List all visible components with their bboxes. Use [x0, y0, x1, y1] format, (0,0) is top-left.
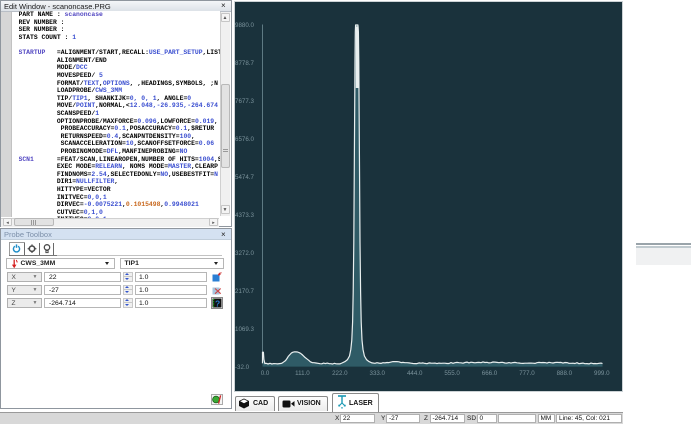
svg-text:555.0: 555.0 — [444, 370, 460, 377]
svg-text:1069.3: 1069.3 — [235, 326, 254, 333]
svg-text:333.0: 333.0 — [370, 370, 386, 377]
svg-text:9880.0: 9880.0 — [235, 22, 254, 29]
svg-text:6576.0: 6576.0 — [235, 136, 254, 143]
svg-text:-32.0: -32.0 — [235, 364, 250, 371]
svg-text:?: ? — [215, 298, 220, 308]
svg-text:111.0: 111.0 — [295, 370, 310, 377]
svg-text:8778.7: 8778.7 — [235, 60, 254, 67]
svg-text:222.0: 222.0 — [332, 370, 348, 377]
svg-text:5474.7: 5474.7 — [235, 174, 254, 181]
svg-text:666.0: 666.0 — [482, 370, 498, 377]
svg-text:777.0: 777.0 — [519, 370, 535, 377]
svg-text:4373.3: 4373.3 — [235, 212, 254, 219]
svg-text:2170.7: 2170.7 — [235, 288, 254, 295]
svg-text:0.0: 0.0 — [261, 370, 270, 377]
svg-text:999.0: 999.0 — [594, 370, 610, 377]
svg-text:444.0: 444.0 — [407, 370, 423, 377]
svg-text:7677.3: 7677.3 — [235, 98, 254, 105]
svg-text:888.0: 888.0 — [557, 370, 573, 377]
svg-text:3272.0: 3272.0 — [235, 250, 254, 257]
